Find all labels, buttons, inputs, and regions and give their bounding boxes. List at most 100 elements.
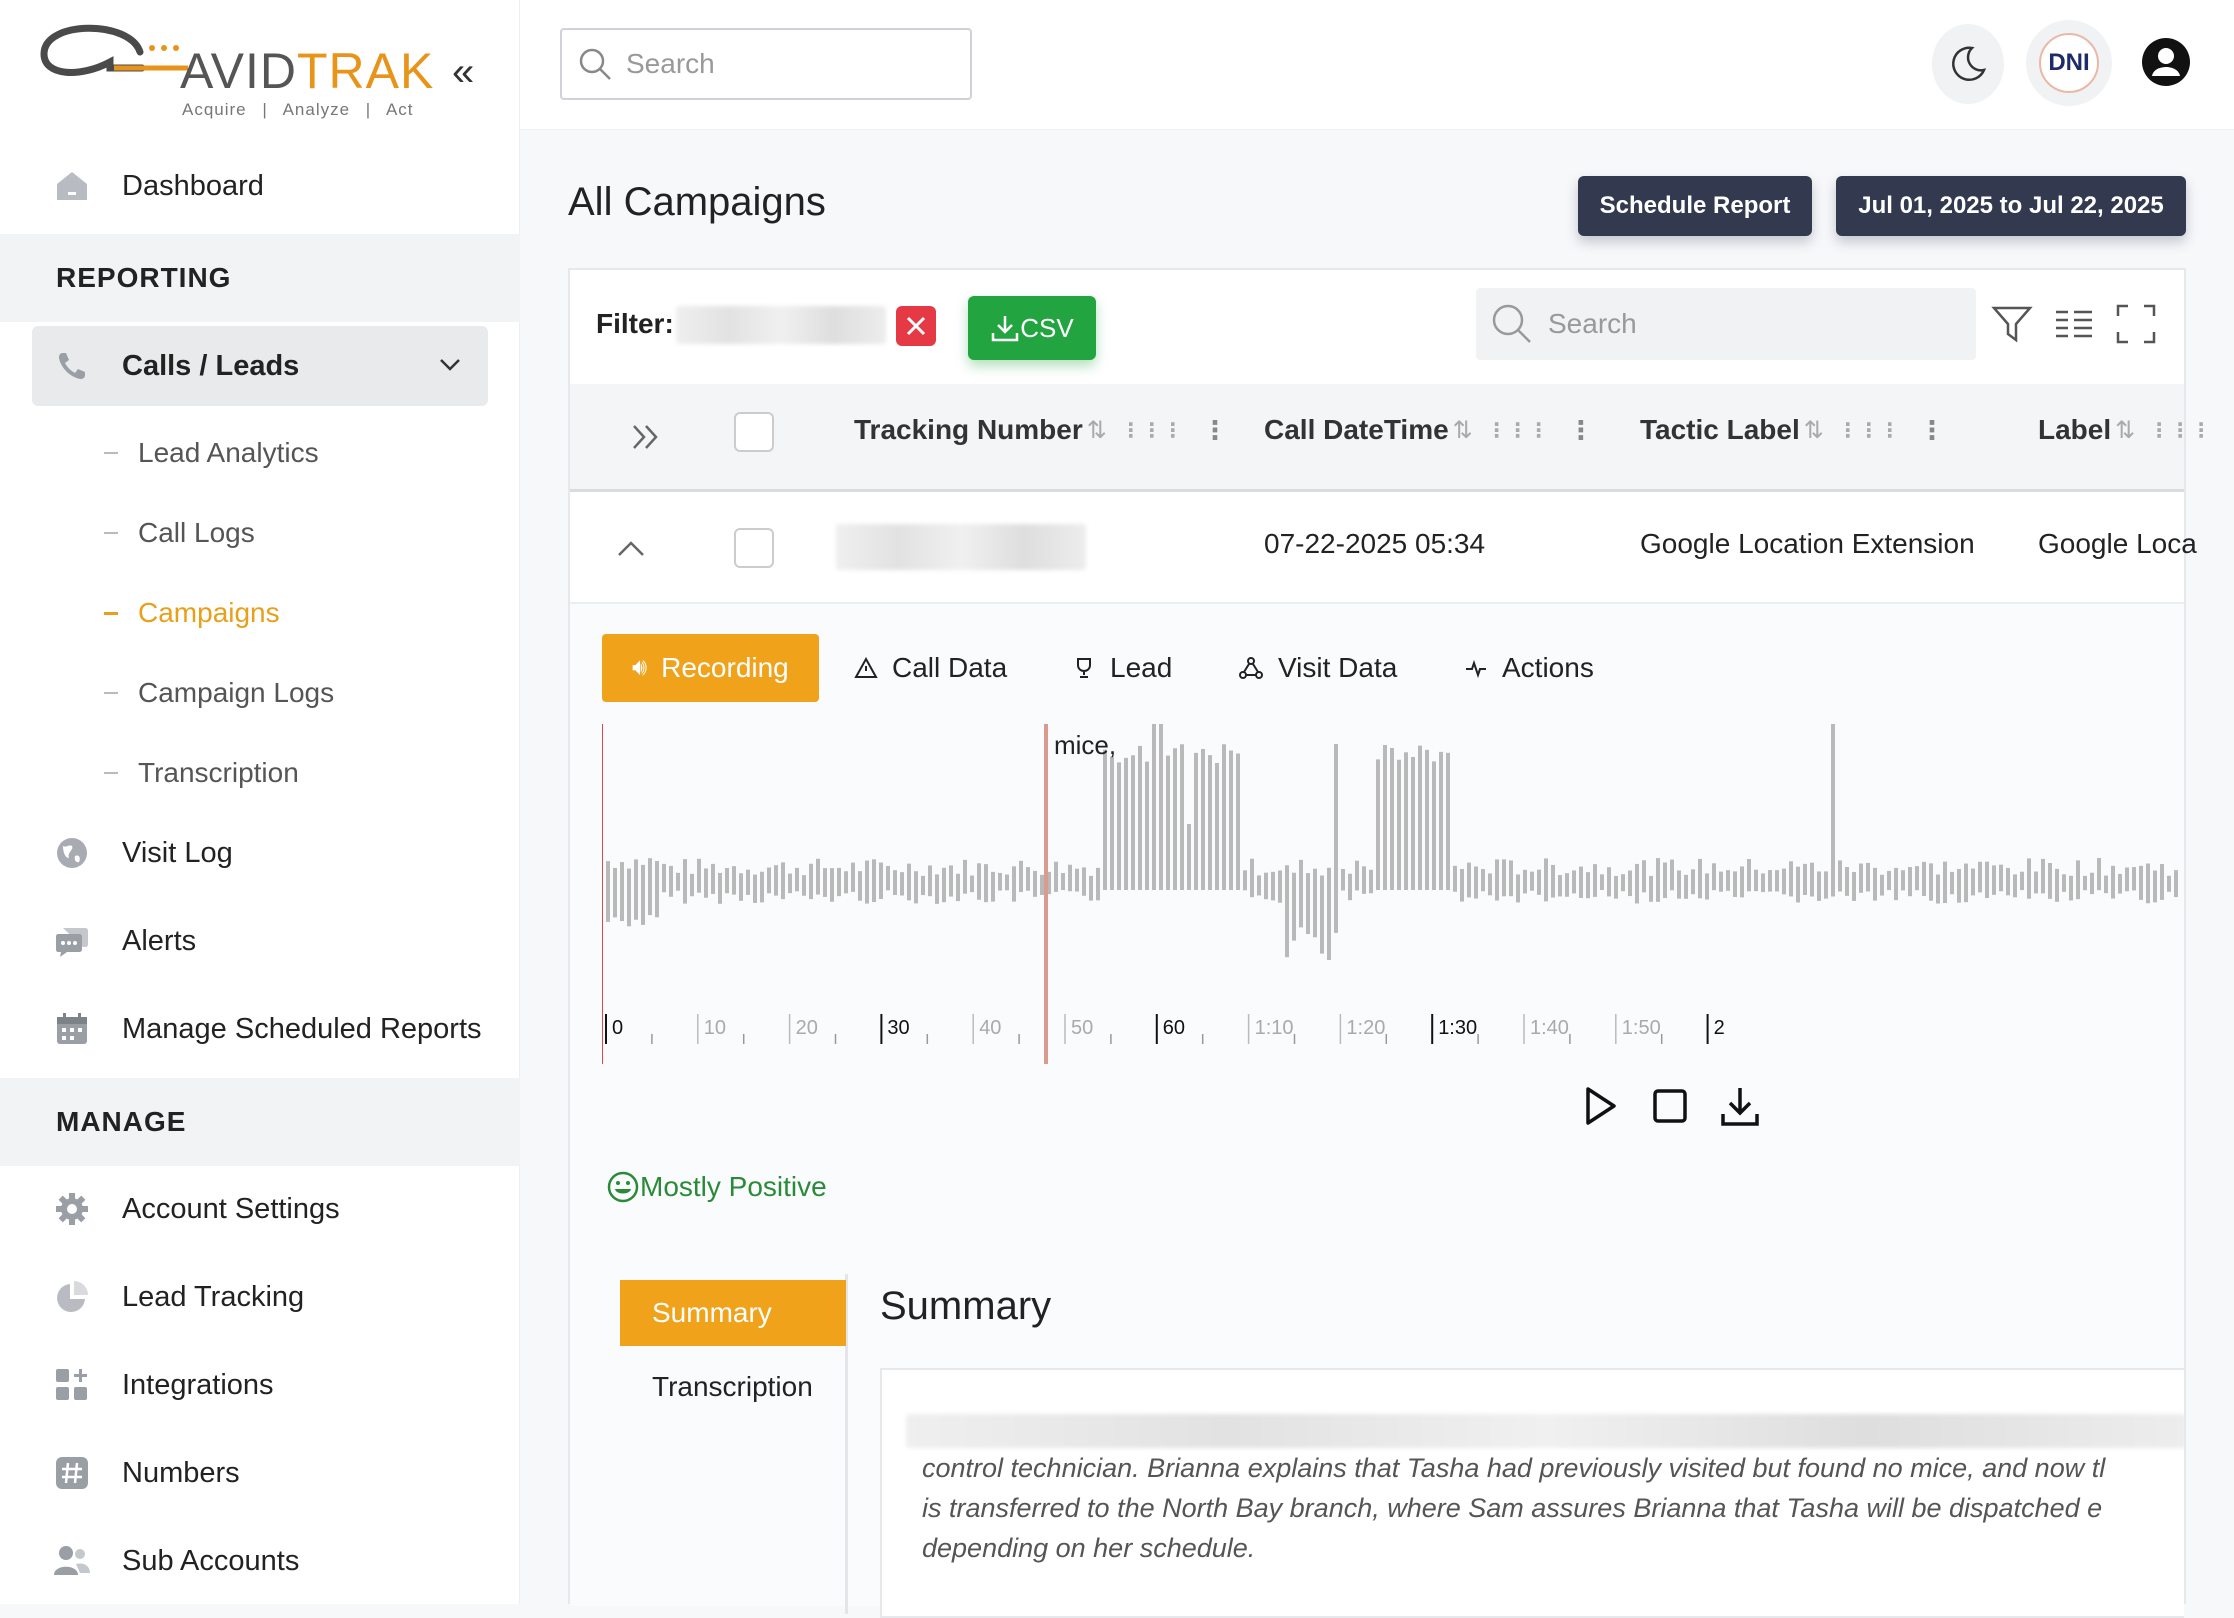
sidebar-item-dashboard[interactable]: Dashboard [0,156,520,216]
filter-icon[interactable] [1990,302,2034,346]
apps-plus-icon [54,1367,90,1403]
select-all-checkbox[interactable] [734,412,774,452]
sidebar-item-visit-log[interactable]: Visit Log [0,823,520,883]
summary-line: depending on her schedule. [922,1533,1256,1563]
column-menu-icon[interactable]: ⋮ [1202,415,1228,446]
drag-handle-icon[interactable]: ⋮⋮⋮ [1487,418,1550,443]
sidebar-subitem-campaigns[interactable]: Campaigns [104,588,280,638]
sitemap-icon [1239,657,1263,679]
sidebar-subitem-lead-analytics[interactable]: Lead Analytics [104,428,319,478]
fullscreen-icon[interactable] [2114,302,2158,346]
campaigns-card: Filter: CSV Tracking Number⇅⋮⋮⋮⋮ Call Da… [568,268,2211,1618]
sentiment-label: Mostly Positive [640,1171,827,1202]
table-row[interactable]: 07-22-2025 05:34 Google Location Extensi… [570,492,2197,604]
drag-handle-icon[interactable]: ⋮⋮⋮ [1121,418,1184,443]
user-avatar-icon [2142,38,2190,86]
tab-visit-data[interactable]: Visit Data [1238,634,1397,702]
speaker-icon: 🔊︎ [632,654,648,681]
play-icon[interactable] [1578,1084,1622,1128]
timeline-label: 1:20 [1346,1017,1385,1039]
close-icon [906,316,926,336]
clear-filter-button[interactable] [896,306,936,346]
table-search[interactable] [1476,288,1976,360]
sidebar-subitem-transcription[interactable]: Transcription [104,748,299,798]
sidebar-label-calls-leads: Calls / Leads [122,349,300,382]
schedule-report-button[interactable]: Schedule Report [1578,176,1812,236]
summary-side-tabs: Summary Transcription [570,1274,848,1614]
globe-icon [54,835,90,871]
audio-waveform[interactable]: mice, 0 10 20 30 40 50 60 1:10 1:20 1:30 1:40 1:50 2 [602,724,2184,1064]
table-search-input[interactable] [1548,308,1948,340]
sidebar-label-account-settings: Account Settings [122,1192,340,1225]
stop-icon[interactable] [1648,1084,1692,1128]
timeline-label: 40 [979,1017,1001,1039]
sidebar-subitem-campaign-logs[interactable]: Campaign Logs [104,668,334,718]
timeline-label: 1:30 [1438,1017,1477,1039]
sidebar: AVIDTRAK Acquire | Analyze | Act « Dashb… [0,0,520,1604]
sort-icon[interactable]: ⇅ [1804,416,1824,445]
dni-badge: DNI [2039,33,2099,93]
chevron-up-icon[interactable] [614,532,648,566]
sidebar-label-lead-tracking: Lead Tracking [122,1280,305,1313]
chevron-down-icon [440,359,460,371]
sidebar-item-alerts[interactable]: Alerts [0,911,520,971]
timeline-label: 1:10 [1255,1017,1294,1039]
summary-box: control technician. Brianna explains tha… [880,1368,2184,1618]
column-menu-icon[interactable]: ⋮ [1568,415,1594,446]
users-icon [54,1543,90,1579]
columns-list-icon[interactable] [2052,302,2096,346]
tab-actions[interactable]: Actions [1464,634,1594,702]
expand-all-icon[interactable] [628,420,662,454]
side-tab-transcription[interactable]: Transcription [620,1354,846,1420]
global-search[interactable] [560,28,972,100]
column-header-tactic-label[interactable]: Tactic Label ⇅ ⋮⋮⋮ ⋮ [1640,414,1945,446]
sort-icon[interactable]: ⇅ [1453,416,1473,445]
timeline-label: 20 [796,1017,818,1039]
tab-call-data[interactable]: Call Data [854,634,1007,702]
sidebar-item-integrations[interactable]: Integrations [0,1355,520,1415]
tab-recording[interactable]: 🔊︎ Recording [602,634,819,702]
chat-bubble-icon [54,923,90,959]
gear-icon [54,1191,90,1227]
section-reporting: REPORTING [0,234,520,322]
tab-lead[interactable]: Lead [1072,634,1172,702]
drag-handle-icon[interactable]: ⋮⋮⋮ [2149,418,2212,443]
timeline-label: 2 [1714,1017,1725,1039]
avidtrak-logo[interactable]: AVIDTRAK Acquire | Analyze | Act [40,22,440,122]
user-account-button[interactable] [2140,36,2192,88]
row-checkbox[interactable] [734,528,774,568]
dark-mode-toggle[interactable] [1932,24,2004,104]
sort-icon[interactable]: ⇅ [2115,416,2135,445]
date-range-button[interactable]: Jul 01, 2025 to Jul 22, 2025 [1836,176,2186,236]
sidebar-subitem-call-logs[interactable]: Call Logs [104,508,255,558]
hashtag-icon [54,1455,90,1491]
table-header: Tracking Number ⇅ ⋮⋮⋮ ⋮ Call DateTime ⇅ ⋮⋮⋮ ⋮ … [570,384,2211,492]
filter-value-redacted [676,306,886,344]
side-tab-summary[interactable]: Summary [620,1280,846,1346]
page-title: All Campaigns [568,180,826,224]
sidebar-item-manage-scheduled-reports[interactable]: Manage Scheduled Reports [0,999,520,1059]
sort-icon[interactable]: ⇅ [1087,416,1107,445]
collapse-sidebar-icon[interactable]: « [452,52,474,92]
column-menu-icon[interactable]: ⋮ [1919,415,1945,446]
column-header-tracking-number[interactable]: Tracking Number ⇅ ⋮⋮⋮ ⋮ [854,414,1228,446]
timeline-label: 1:40 [1530,1017,1569,1039]
download-recording-icon[interactable] [1718,1084,1762,1128]
csv-export-button[interactable]: CSV [968,296,1096,360]
phone-icon [54,348,90,384]
calendar-icon [54,1011,90,1047]
sidebar-item-account-settings[interactable]: Account Settings [0,1179,520,1239]
sidebar-item-lead-tracking[interactable]: Lead Tracking [0,1267,520,1327]
sidebar-item-calls-leads[interactable]: Calls / Leads [32,326,488,406]
drag-handle-icon[interactable]: ⋮⋮⋮ [1838,418,1901,443]
activity-pulse-icon [1466,659,1486,679]
logo-wordmark: AVIDTRAK [180,43,435,99]
filter-label: Filter: [596,308,674,339]
dni-button[interactable]: DNI [2026,20,2112,106]
sidebar-item-sub-accounts[interactable]: Sub Accounts [0,1531,520,1591]
column-header-label[interactable]: Label ⇅ ⋮⋮⋮ [2038,414,2212,446]
column-header-call-datetime[interactable]: Call DateTime ⇅ ⋮⋮⋮ ⋮ [1264,414,1594,446]
sidebar-label-integrations: Integrations [122,1368,274,1401]
global-search-input[interactable] [626,48,946,80]
sidebar-item-numbers[interactable]: Numbers [0,1443,520,1503]
